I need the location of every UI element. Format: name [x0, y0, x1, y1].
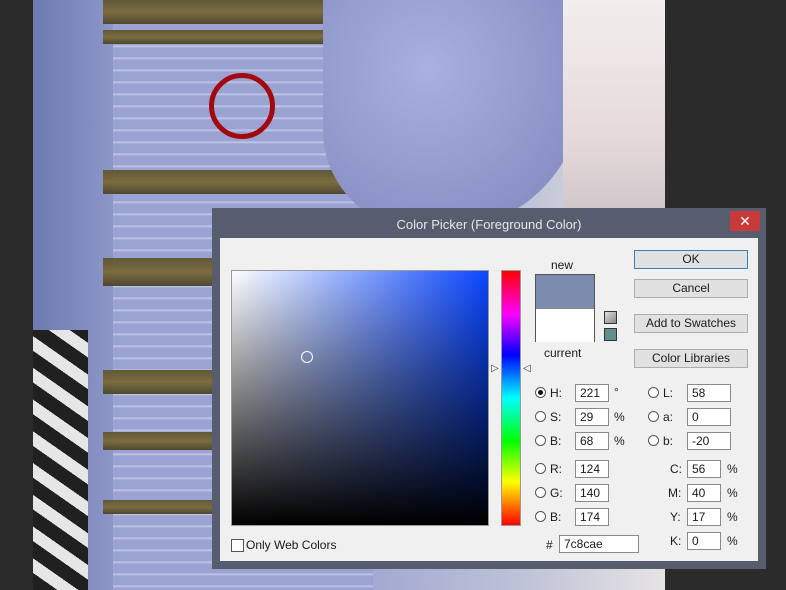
y-label: Y: — [670, 510, 681, 524]
l-input[interactable]: 58 — [687, 384, 731, 402]
k-label: K: — [670, 534, 682, 548]
color-swatch — [535, 274, 595, 342]
photo-lower-left — [33, 330, 88, 590]
hue-slider-handle-left-icon[interactable]: ▷ — [491, 364, 499, 374]
radio-a[interactable] — [648, 411, 659, 422]
ok-button[interactable]: OK — [634, 250, 748, 269]
k-unit: % — [727, 534, 738, 548]
color-picker-dialog: Color Picker (Foreground Color) ✕ ▷ ◁ ne… — [212, 208, 766, 569]
color-field[interactable] — [231, 270, 489, 526]
radio-l[interactable] — [648, 387, 659, 398]
dialog-title: Color Picker (Foreground Color) — [396, 217, 582, 232]
c-input[interactable]: 56 — [687, 460, 721, 478]
hex-input[interactable]: 7c8cae — [559, 535, 639, 553]
radio-lab-b[interactable] — [648, 435, 659, 446]
photo-jacket — [323, 0, 583, 230]
close-button[interactable]: ✕ — [730, 211, 760, 231]
brightness-unit: % — [614, 434, 625, 448]
new-label: new — [551, 258, 574, 272]
blue-label: B: — [550, 510, 562, 524]
a-label: a: — [663, 410, 674, 424]
radio-b[interactable] — [535, 435, 546, 446]
color-libraries-button[interactable]: Color Libraries — [634, 349, 748, 368]
g-input[interactable]: 140 — [575, 484, 609, 502]
s-unit: % — [614, 410, 625, 424]
y-input[interactable]: 17 — [687, 508, 721, 526]
current-color-swatch[interactable] — [536, 308, 594, 342]
m-label: M: — [668, 486, 682, 500]
hue-slider-handle-right-icon[interactable]: ◁ — [523, 364, 531, 374]
g-label: G: — [550, 486, 563, 500]
lab-b-input[interactable]: -20 — [687, 432, 731, 450]
h-input[interactable]: 221 — [575, 384, 609, 402]
photo-background-right — [563, 0, 665, 230]
hue-slider[interactable] — [501, 270, 521, 526]
blue-input[interactable]: 174 — [575, 508, 609, 526]
color-field-cursor[interactable] — [301, 351, 313, 363]
s-input[interactable]: 29 — [575, 408, 609, 426]
l-label: L: — [663, 386, 674, 400]
dialog-client: ▷ ◁ new current OK Cancel Add to Swatche… — [220, 238, 758, 561]
out-of-gamut-cube-icon[interactable] — [604, 311, 617, 324]
lab-b-label: b: — [663, 434, 674, 448]
y-unit: % — [727, 510, 738, 524]
c-label: C: — [670, 462, 682, 476]
brightness-input[interactable]: 68 — [575, 432, 609, 450]
add-to-swatches-button[interactable]: Add to Swatches — [634, 314, 748, 333]
h-unit: ° — [614, 385, 619, 399]
only-web-colors-label[interactable]: Only Web Colors — [246, 538, 336, 552]
radio-s[interactable] — [535, 411, 546, 422]
m-unit: % — [727, 486, 738, 500]
title-bar[interactable]: Color Picker (Foreground Color) ✕ — [212, 208, 766, 238]
web-safe-swatch-icon[interactable] — [604, 328, 617, 341]
highlight-circle — [209, 73, 275, 139]
radio-r[interactable] — [535, 463, 546, 474]
radio-blue[interactable] — [535, 511, 546, 522]
r-label: R: — [550, 462, 562, 476]
c-unit: % — [727, 462, 738, 476]
radio-g[interactable] — [535, 487, 546, 498]
radio-h[interactable] — [535, 387, 546, 398]
new-color-swatch — [536, 275, 594, 308]
hex-label: # — [546, 538, 553, 552]
s-label: S: — [550, 410, 562, 424]
h-label: H: — [550, 386, 562, 400]
cancel-button[interactable]: Cancel — [634, 279, 748, 298]
current-label: current — [544, 346, 582, 360]
r-input[interactable]: 124 — [575, 460, 609, 478]
only-web-colors-checkbox[interactable] — [231, 539, 244, 552]
m-input[interactable]: 40 — [687, 484, 721, 502]
k-input[interactable]: 0 — [687, 532, 721, 550]
a-input[interactable]: 0 — [687, 408, 731, 426]
b-label: B: — [550, 434, 562, 448]
